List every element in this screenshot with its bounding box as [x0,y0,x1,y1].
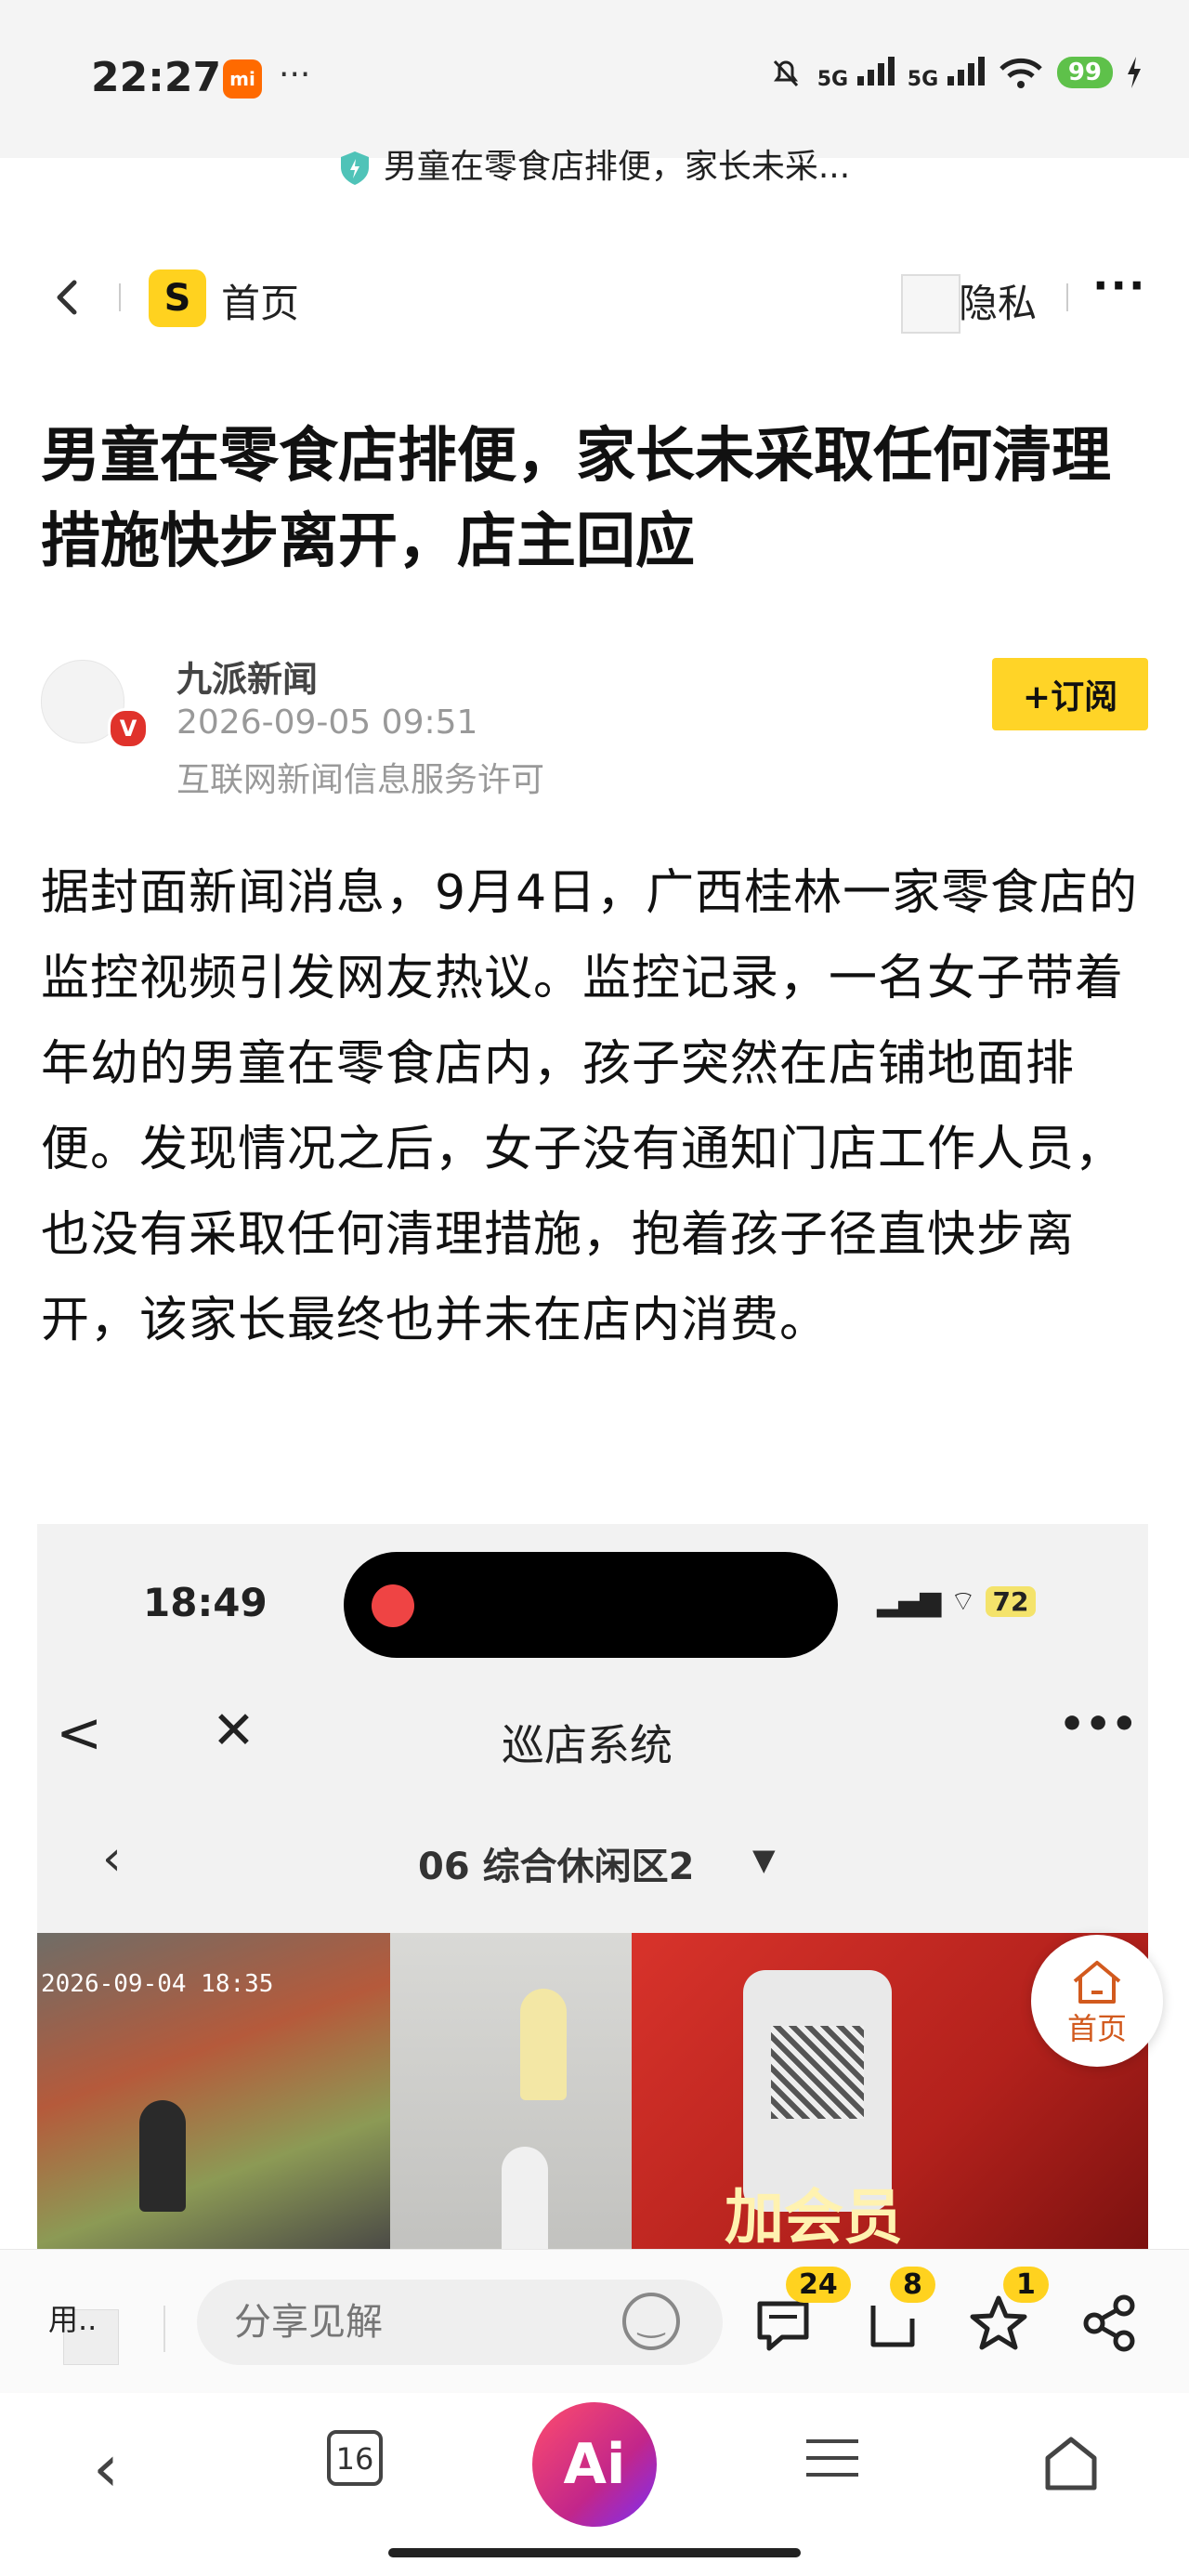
home-indicator[interactable] [388,2548,801,2557]
publish-date: 2026-09-05 09:51 [176,703,478,742]
home-link[interactable]: 首页 [221,272,299,329]
comment-count-badge: 24 [786,2267,851,2303]
license-text: 互联网新闻信息服务许可 [176,761,545,799]
signal-bars-icon [947,54,985,85]
user-label[interactable]: 用.. [48,2296,97,2339]
author-name[interactable]: 九派新闻 [176,651,318,702]
wifi-icon [1000,58,1042,88]
embedded-back-icon: < [56,1701,103,1766]
signal-5g-1: 5G [817,54,895,91]
article-nav-bar: S 首页 隐私 ··· [0,232,1189,362]
status-bar: 22:27 mi ··· 5G 5G 99 男童在零食店排便，家长未采... [0,0,1189,186]
url-bar[interactable]: 男童在零食店排便，家长未采... [0,139,1189,188]
app-logo[interactable]: S [149,269,206,327]
back-icon[interactable] [41,269,97,325]
favorite-count-badge: 1 [1003,2267,1049,2303]
privacy-link[interactable]: 隐私 [959,272,1037,329]
caret-down-icon: ▼ [752,1842,776,1877]
tabs-button[interactable]: 16 [327,2430,383,2486]
browser-back-icon[interactable]: ‹ [93,2430,119,2506]
embedded-close-icon: ✕ [212,1701,255,1761]
menu-icon[interactable] [806,2439,858,2490]
embedded-battery: 72 [985,1586,1037,1617]
mute-bell-icon [773,59,798,87]
comment-divider [163,2306,165,2352]
comment-bar: 用.. ‿ 24 8 1 [0,2249,1189,2394]
person-figure [502,2147,548,2249]
signal-5g-label-1: 5G [817,68,849,91]
embedded-status-time: 18:49 [143,1580,268,1625]
signal-5g-label-2: 5G [907,68,939,91]
ai-assistant-button[interactable]: Ai [532,2402,657,2527]
person-figure [520,1989,567,2100]
dynamic-island [344,1552,838,1658]
url-title: 男童在零食店排便，家长未采... [383,148,851,186]
privacy-image-icon[interactable] [901,274,960,334]
article-title: 男童在零食店排便，家长未采取任何清理措施快步离开，店主回应 [41,422,1111,576]
battery-indicator: 99 [1056,57,1113,88]
house-icon [1073,1961,1121,2004]
tab-count-badge: 8 [890,2267,935,2303]
qr-code [771,2026,864,2119]
article-body: 据封面新闻消息，9月4日，广西桂林一家零食店的监控视频引发网友热议。监控记录，一… [41,865,1139,1348]
embedded-sub-back-icon: ‹ [102,1831,122,1886]
status-right-group: 5G 5G 99 [767,54,1143,91]
charging-bolt-icon [1128,57,1141,88]
embedded-subheader: ‹ 06 综合休闲区2 ▼ [37,1831,1148,1896]
signal-icon: ▂▄▆ ⌔ [877,1585,986,1618]
emoji-icon[interactable]: ‿ [622,2293,680,2350]
verified-badge-icon: V [108,708,149,749]
status-more-dots: ··· [279,56,311,94]
cctv-timestamp: 2026-09-04 18:35 [41,1970,274,1998]
recording-dot-icon [372,1584,414,1627]
embedded-nav: < ✕ 巡店系统 ••• [37,1691,1148,1775]
embedded-status-right: ▂▄▆ ⌔ 72 [877,1584,1037,1619]
nav-divider [119,283,121,311]
subscribe-button[interactable]: +订阅 [992,658,1148,730]
signal-5g-2: 5G [908,54,985,91]
nav-divider [1066,283,1068,311]
floating-home-button[interactable]: 首页 [1031,1935,1163,2067]
share-icon[interactable] [1078,2291,1143,2356]
embedded-more-icon: ••• [1059,1701,1138,1748]
more-menu-button[interactable]: ··· [1092,260,1146,310]
person-figure [139,2100,186,2212]
floating-home-label: 首页 [1066,2011,1127,2046]
embedded-title: 巡店系统 [502,1720,673,1770]
poster-text: 加会员 [725,2184,903,2249]
article-image[interactable]: 18:49 ▂▄▆ ⌔ 72 < ✕ 巡店系统 ••• ‹ 06 综合休闲区2 … [37,1524,1148,2249]
embedded-sub-title: 06 综合休闲区2 [418,1846,695,1888]
signal-bars-icon [856,54,895,85]
cctv-frame: 加会员 2026-09-04 18:35 [37,1933,1148,2249]
mi-app-icon: mi [223,59,262,99]
shield-icon [340,151,369,185]
browser-home-icon[interactable] [1039,2430,1104,2495]
status-time: 22:27 [91,54,222,101]
